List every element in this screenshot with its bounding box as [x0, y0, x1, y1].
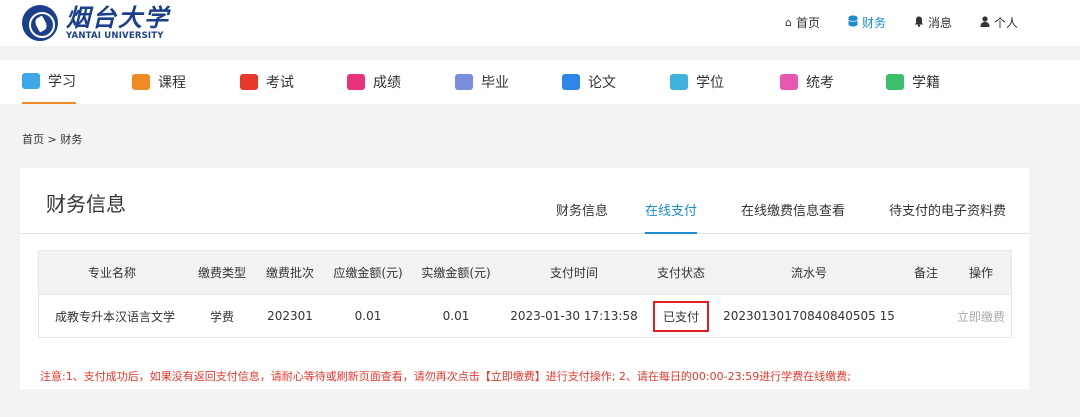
column-header-due-amount: 应缴金额(元) — [333, 266, 403, 280]
university-seal-icon — [22, 5, 58, 41]
tab-bar: 财务信息 财务信息 在线支付 在线缴费信息查看 待支付的电子资料费 — [20, 168, 1029, 234]
cell-pay-time: 2023-01-30 17:13:58 — [510, 309, 638, 323]
cell-serial-number: 20230130170840840505 15 — [723, 309, 895, 323]
tab-pending-material-fees[interactable]: 待支付的电子资料费 — [889, 200, 1006, 234]
top-header: 烟台大学 YANTAI UNIVERSITY ⌂ 首页 财务 消息 个人 — [0, 0, 1080, 46]
cell-action: 立即缴费 — [951, 295, 1011, 337]
finance-panel: 财务信息 财务信息 在线支付 在线缴费信息查看 待支付的电子资料费 专业名称 缴… — [20, 168, 1029, 389]
menu-item-label: 学籍 — [912, 75, 940, 91]
column-header-paid-amount: 实缴金额(元) — [421, 266, 491, 280]
menu-item-degree[interactable]: 学位 — [670, 60, 724, 104]
menu-item-label: 毕业 — [481, 75, 509, 91]
menu-item-student-status[interactable]: 学籍 — [886, 60, 940, 104]
column-header-pay-status: 支付状态 — [656, 266, 705, 280]
top-nav-profile[interactable]: 个人 — [980, 14, 1018, 31]
logo-english-name: YANTAI UNIVERSITY — [66, 31, 164, 41]
cell-pay-status: 已支付 — [651, 295, 711, 337]
pay-now-button[interactable]: 立即缴费 — [957, 308, 1005, 325]
menu-item-unified-exam[interactable]: 统考 — [780, 60, 834, 104]
course-icon — [132, 74, 150, 90]
database-icon — [848, 15, 858, 30]
home-icon: ⌂ — [784, 16, 792, 29]
score-icon — [347, 74, 365, 90]
menu-item-graduation[interactable]: 毕业 — [455, 60, 509, 104]
column-header-action: 操作 — [968, 266, 993, 280]
top-nav-messages[interactable]: 消息 — [914, 14, 952, 31]
top-nav-finance[interactable]: 财务 — [848, 14, 886, 31]
top-nav: ⌂ 首页 财务 消息 个人 — [757, 14, 1018, 31]
menu-item-thesis[interactable]: 论文 — [562, 60, 616, 104]
payment-notice: 注意:1、支付成功后，如果没有返回支付信息，请耐心等待或刷新页面查看，请勿再次点… — [40, 370, 851, 383]
status-badge: 已支付 — [652, 300, 709, 332]
menu-item-course[interactable]: 课程 — [132, 60, 186, 104]
university-logo[interactable]: 烟台大学 YANTAI UNIVERSITY — [22, 5, 170, 41]
menu-item-label: 学位 — [696, 75, 724, 91]
column-header-fee-type: 缴费类型 — [197, 266, 246, 280]
tab-finance-info[interactable]: 财务信息 — [556, 200, 608, 234]
menu-item-label: 学习 — [48, 74, 76, 90]
study-icon — [22, 73, 40, 89]
menu-item-label: 统考 — [806, 75, 834, 91]
exam-icon — [240, 74, 258, 90]
main-menu: 学习 课程 考试 成绩 毕业 论文 学位 统考 学籍 — [0, 60, 1080, 104]
menu-item-label: 论文 — [588, 75, 616, 91]
cell-major: 成教专升本汉语言文学 — [54, 309, 175, 324]
tab-online-payment-records[interactable]: 在线缴费信息查看 — [741, 200, 845, 234]
table-header-row: 专业名称 缴费类型 缴费批次 应缴金额(元) 实缴金额(元) 支付时间 支付状态… — [39, 251, 1011, 295]
cell-due-amount: 0.01 — [354, 309, 382, 323]
user-icon — [980, 15, 990, 30]
cell-paid-amount: 0.01 — [442, 309, 470, 323]
menu-item-label: 课程 — [158, 75, 186, 91]
payment-table: 专业名称 缴费类型 缴费批次 应缴金额(元) 实缴金额(元) 支付时间 支付状态… — [38, 250, 1012, 338]
column-header-serial-number: 流水号 — [790, 266, 827, 280]
page-title: 财务信息 — [46, 192, 126, 216]
top-nav-messages-label: 消息 — [927, 16, 952, 30]
student-status-icon — [886, 74, 904, 90]
logo-chinese-name: 烟台大学 — [66, 3, 170, 32]
column-header-major: 专业名称 — [87, 266, 136, 280]
unified-exam-icon — [780, 74, 798, 90]
menu-item-exam[interactable]: 考试 — [240, 60, 294, 104]
column-header-pay-time: 支付时间 — [549, 266, 598, 280]
table-row: 成教专升本汉语言文学 学费 202301 0.01 0.01 2023-01-3… — [39, 295, 1011, 337]
top-nav-home[interactable]: ⌂ 首页 — [785, 14, 820, 31]
column-header-batch: 缴费批次 — [265, 266, 314, 280]
thesis-icon — [562, 74, 580, 90]
top-nav-home-label: 首页 — [795, 16, 820, 30]
logo-text: 烟台大学 YANTAI UNIVERSITY — [66, 3, 170, 42]
column-header-note: 备注 — [913, 266, 938, 280]
bell-icon — [914, 16, 924, 30]
menu-item-study[interactable]: 学习 — [22, 60, 76, 104]
degree-icon — [670, 74, 688, 90]
menu-item-score[interactable]: 成绩 — [347, 60, 401, 104]
menu-item-label: 考试 — [266, 75, 294, 91]
tab-online-payment[interactable]: 在线支付 — [645, 200, 698, 234]
menu-item-label: 成绩 — [373, 75, 401, 91]
top-nav-profile-label: 个人 — [993, 16, 1018, 30]
cell-batch: 202301 — [267, 309, 313, 323]
cell-note — [901, 295, 951, 337]
graduation-icon — [455, 74, 473, 90]
breadcrumb[interactable]: 首页 > 财务 — [22, 131, 82, 147]
top-nav-finance-label: 财务 — [861, 16, 886, 30]
cell-fee-type: 学费 — [209, 309, 234, 324]
